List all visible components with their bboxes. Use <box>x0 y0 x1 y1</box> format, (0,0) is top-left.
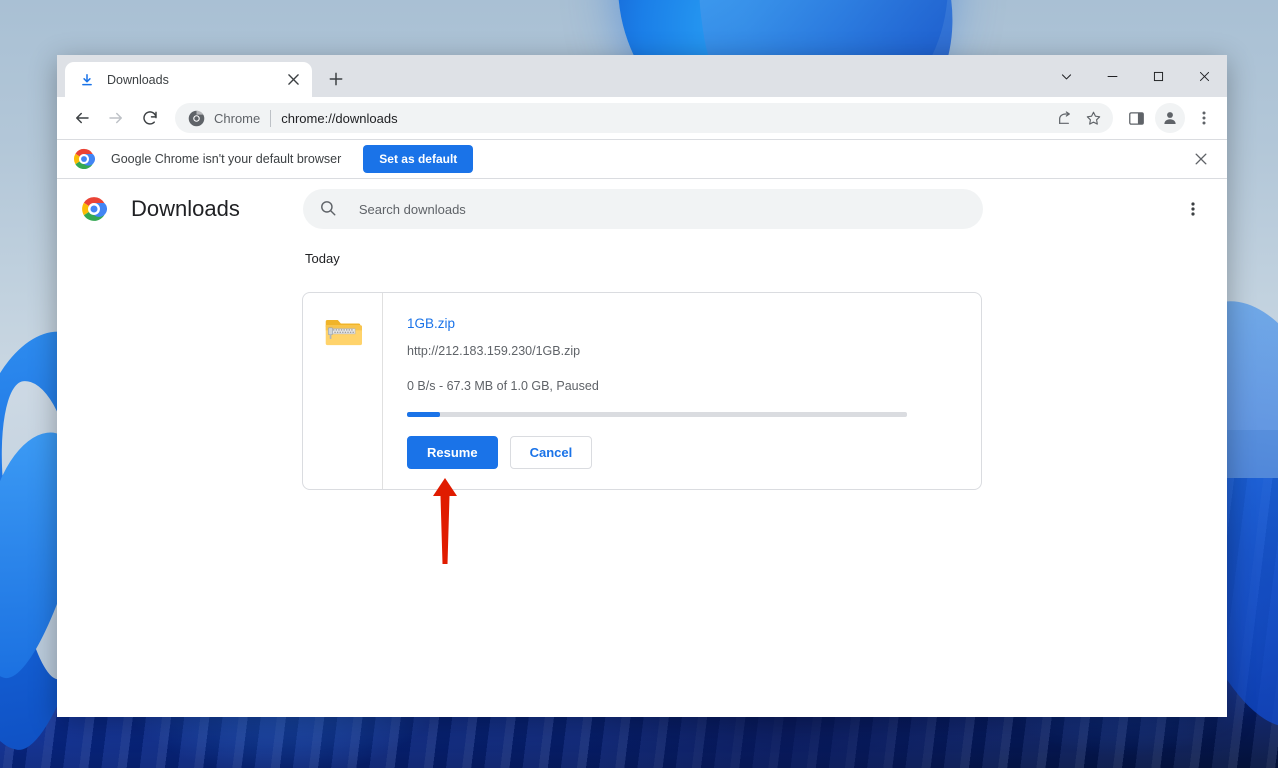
download-source-url: http://212.183.159.230/1GB.zip <box>407 344 581 358</box>
download-item-card: 1GB.zip http://212.183.159.230/1GB.zip 0… <box>302 292 982 490</box>
downloads-header: Downloads <box>57 181 1227 237</box>
back-button[interactable] <box>67 103 97 133</box>
address-bar[interactable]: Chrome chrome://downloads <box>175 103 1113 133</box>
forward-button <box>101 103 131 133</box>
download-file-icon-pane <box>303 293 383 489</box>
window-close-button[interactable] <box>1181 55 1227 97</box>
omnibox-separator <box>270 109 272 127</box>
omnibox-chip-label: Chrome <box>214 110 261 126</box>
page-title: Downloads <box>131 196 240 221</box>
download-item-details: 1GB.zip http://212.183.159.230/1GB.zip 0… <box>383 293 981 489</box>
download-file-name-link[interactable]: 1GB.zip <box>407 316 455 331</box>
chrome-browser-window: Downloads Chrome chrome://downloads Goog… <box>57 55 1227 717</box>
infobar-message: Google Chrome isn't your default browser <box>111 152 342 166</box>
downloads-page: Downloads Search downloads Today 1GB.zip… <box>57 179 1227 717</box>
default-browser-infobar: Google Chrome isn't your default browser… <box>57 139 1227 179</box>
resume-button[interactable]: Resume <box>407 436 498 469</box>
download-progress-bar <box>407 412 907 417</box>
chrome-logo-icon <box>73 148 96 170</box>
downloads-more-menu-button[interactable] <box>1177 193 1209 225</box>
tab-strip: Downloads <box>57 55 1227 97</box>
downloads-list: Today 1GB.zip http://212.183.159.230/1GB… <box>57 237 1227 490</box>
side-panel-button[interactable] <box>1121 103 1151 133</box>
cancel-button[interactable]: Cancel <box>509 436 593 469</box>
chrome-menu-button[interactable] <box>1189 103 1219 133</box>
tab-search-button[interactable] <box>1043 55 1089 97</box>
search-downloads-bar[interactable] <box>302 189 983 229</box>
bookmark-star-icon[interactable] <box>1079 104 1107 132</box>
window-minimize-button[interactable] <box>1089 55 1135 97</box>
window-maximize-button[interactable] <box>1135 55 1181 97</box>
search-icon <box>319 199 339 219</box>
downloads-date-group-label: Today <box>305 251 340 266</box>
zip-folder-icon <box>324 317 362 354</box>
set-as-default-button[interactable]: Set as default <box>363 145 474 173</box>
window-controls <box>1043 55 1227 97</box>
new-tab-button[interactable] <box>321 64 351 94</box>
profile-avatar[interactable] <box>1155 103 1185 133</box>
download-action-buttons: Resume Cancel <box>407 436 957 469</box>
reload-button[interactable] <box>135 103 165 133</box>
download-progress-fill <box>407 412 440 417</box>
browser-tab-downloads[interactable]: Downloads <box>65 62 312 97</box>
search-downloads-input[interactable] <box>358 201 967 217</box>
omnibox-actions <box>1051 104 1107 132</box>
download-arrow-icon <box>79 72 95 88</box>
download-status-text: 0 B/s - 67.3 MB of 1.0 GB, Paused <box>407 379 599 393</box>
infobar-close-icon[interactable] <box>1187 145 1215 173</box>
share-icon[interactable] <box>1051 104 1079 132</box>
chrome-logo-icon <box>81 196 108 222</box>
browser-toolbar: Chrome chrome://downloads <box>57 97 1227 139</box>
tab-close-icon[interactable] <box>283 70 303 90</box>
desktop-wallpaper: Downloads Chrome chrome://downloads Goog… <box>0 0 1278 768</box>
chrome-icon <box>187 109 205 127</box>
omnibox-url-text: chrome://downloads <box>281 110 398 126</box>
tab-title: Downloads <box>107 72 169 87</box>
